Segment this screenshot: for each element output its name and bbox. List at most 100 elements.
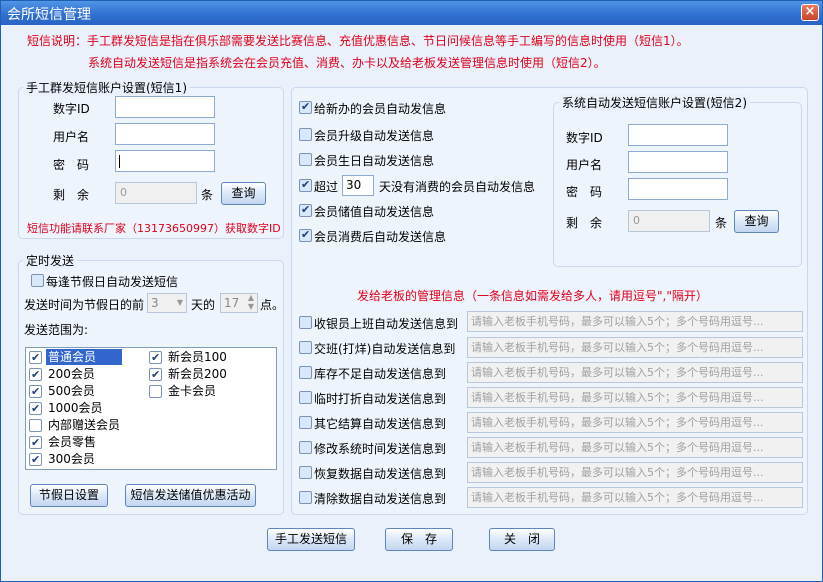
list-item[interactable]: 新会员200 <box>146 366 266 383</box>
manual-pwd-input[interactable] <box>115 150 215 172</box>
boss-opt-label: 库存不足自动发送信息到 <box>314 367 447 381</box>
holiday-auto-label: 每逢节假日自动发送短信 <box>46 275 179 289</box>
member-label: 500会员 <box>48 384 95 398</box>
boss-opt-label: 恢复数据自动发送信息到 <box>314 467 447 481</box>
boss-opt-checkbox[interactable] <box>299 491 312 504</box>
list-item[interactable]: 内部赠送会员 <box>26 417 146 434</box>
manual-user-label: 用户名 <box>53 130 90 144</box>
boss-phone-input[interactable]: 请输入老板手机号码，最多可以输入5个；多个号码用逗号... <box>467 487 803 508</box>
manual-id-input[interactable] <box>115 96 215 118</box>
auto-pwd-input[interactable] <box>628 178 728 200</box>
opt-deposit-checkbox[interactable] <box>299 203 312 217</box>
boss-phone-input[interactable]: 请输入老板手机号码，最多可以输入5个；多个号码用逗号... <box>467 462 803 483</box>
inactive-days-input[interactable]: 30 <box>342 175 374 196</box>
opt-inactive-suffix: 天没有消费的会员自动发信息 <box>379 180 536 194</box>
opt-inactive-prefix: 超过 <box>314 180 339 194</box>
manual-unit-label: 条 <box>201 188 214 202</box>
opt-inactive-checkbox[interactable] <box>299 178 312 192</box>
member-label: 新会员200 <box>168 367 227 381</box>
auto-remain-input: 0 <box>628 210 710 232</box>
sms-management-window: 会所短信管理 × 短信说明：手工群发短信是指在俱乐部需要发送比赛信息、充值优惠信… <box>0 0 823 582</box>
auto-id-label: 数字ID <box>566 131 603 145</box>
opt-upgrade-label: 会员升级自动发送信息 <box>314 129 435 143</box>
member-checkbox[interactable] <box>29 350 42 366</box>
schedule-legend: 定时发送 <box>23 252 78 269</box>
boss-phone-input[interactable]: 请输入老板手机号码，最多可以输入5个；多个号码用逗号... <box>467 437 803 458</box>
boss-opt-label: 其它结算自动发送信息到 <box>314 417 447 431</box>
boss-phone-input[interactable]: 请输入老板手机号码，最多可以输入5个；多个号码用逗号... <box>467 362 803 383</box>
auto-id-input[interactable] <box>628 124 728 146</box>
holiday-settings-button[interactable]: 节假日设置 <box>30 484 108 507</box>
opt-consume-label: 会员消费后自动发送信息 <box>314 230 447 244</box>
member-checkbox[interactable] <box>149 350 162 366</box>
boss-phone-input[interactable]: 请输入老板手机号码，最多可以输入5个；多个号码用逗号... <box>467 387 803 408</box>
member-checkbox[interactable] <box>29 435 42 451</box>
spinner-arrows-icon: ▲ ▼ <box>247 293 254 311</box>
member-checkbox[interactable] <box>29 401 42 417</box>
auto-unit-label: 条 <box>715 216 728 230</box>
boss-opt-label: 临时打折自动发送信息到 <box>314 392 447 406</box>
list-item[interactable]: 200会员 <box>26 366 146 383</box>
list-item[interactable]: 金卡会员 <box>146 383 266 400</box>
save-button[interactable]: 保 存 <box>385 528 453 551</box>
boss-opt-label: 收银员上班自动发送信息到 <box>314 317 459 331</box>
manual-remain-label: 剩 余 <box>53 188 90 202</box>
holiday-hour-value: 17 <box>224 296 240 310</box>
send-time-prefix: 发送时间为节假日的前 <box>24 298 145 312</box>
opt-consume-checkbox[interactable] <box>299 228 312 242</box>
member-label: 200会员 <box>48 367 95 381</box>
manual-send-button[interactable]: 手工发送短信 <box>267 528 355 551</box>
auto-user-label: 用户名 <box>566 158 603 172</box>
close-button[interactable]: 关 闭 <box>489 528 555 551</box>
manual-remain-input: 0 <box>115 182 197 204</box>
manual-id-label: 数字ID <box>53 102 90 116</box>
manual-user-input[interactable] <box>115 123 215 145</box>
boss-phone-input[interactable]: 请输入老板手机号码，最多可以输入5个；多个号码用逗号... <box>467 311 803 332</box>
boss-opt-checkbox[interactable] <box>299 341 312 354</box>
member-checkbox[interactable] <box>149 367 162 383</box>
member-label: 普通会员 <box>46 349 122 365</box>
member-range-list[interactable]: 普通会员 200会员 500会员 1000会员 内部赠送会员 会员零售 300会… <box>25 347 277 470</box>
holiday-auto-checkbox[interactable] <box>31 274 44 287</box>
member-checkbox[interactable] <box>29 367 42 383</box>
boss-opt-checkbox[interactable] <box>299 416 312 429</box>
close-icon[interactable]: × <box>801 4 819 21</box>
note-line-2: 系统自动发送短信是指系统会在会员充值、消费、办卡以及给老板发送管理信息时使用（短… <box>88 56 606 70</box>
member-label: 1000会员 <box>48 401 103 415</box>
member-checkbox[interactable] <box>149 385 162 398</box>
contact-note: 短信功能请联系厂家（13173650997）获取数字ID <box>27 222 281 235</box>
manual-pwd-label: 密 码 <box>53 158 90 172</box>
manual-query-button[interactable]: 查询 <box>221 182 266 205</box>
boss-opt-label: 修改系统时间发送信息到 <box>314 442 447 456</box>
list-item[interactable]: 300会员 <box>26 451 146 468</box>
boss-opt-checkbox[interactable] <box>299 466 312 479</box>
member-checkbox[interactable] <box>29 384 42 400</box>
member-checkbox[interactable] <box>29 452 42 468</box>
boss-opt-checkbox[interactable] <box>299 316 312 329</box>
boss-opt-label: 交班(打烊)自动发送信息到 <box>314 342 456 356</box>
boss-opt-checkbox[interactable] <box>299 366 312 379</box>
member-checkbox[interactable] <box>29 419 42 432</box>
boss-opt-checkbox[interactable] <box>299 391 312 404</box>
note-line-1: 短信说明：手工群发短信是指在俱乐部需要发送比赛信息、充值优惠信息、节日问候信息等… <box>27 34 689 48</box>
list-item[interactable]: 会员零售 <box>26 434 146 451</box>
auto-user-input[interactable] <box>628 151 728 173</box>
list-item[interactable]: 普通会员 <box>26 349 146 366</box>
auto-query-button[interactable]: 查询 <box>734 210 779 233</box>
promo-sms-button[interactable]: 短信发送储值优惠活动 <box>125 484 256 507</box>
boss-opt-checkbox[interactable] <box>299 441 312 454</box>
boss-phone-input[interactable]: 请输入老板手机号码，最多可以输入5个；多个号码用逗号... <box>467 337 803 358</box>
list-item[interactable]: 1000会员 <box>26 400 146 417</box>
opt-new-member-checkbox[interactable] <box>299 100 312 114</box>
list-item[interactable]: 新会员100 <box>146 349 266 366</box>
boss-opt-label: 清除数据自动发送信息到 <box>314 492 447 506</box>
opt-birthday-checkbox[interactable] <box>299 153 312 166</box>
opt-birthday-label: 会员生日自动发送信息 <box>314 154 435 168</box>
list-item[interactable]: 500会员 <box>26 383 146 400</box>
boss-notice-title: 发给老板的管理信息（一条信息如需发给多人，请用逗号","隔开） <box>357 289 708 303</box>
boss-phone-input[interactable]: 请输入老板手机号码，最多可以输入5个；多个号码用逗号... <box>467 412 803 433</box>
opt-deposit-label: 会员储值自动发送信息 <box>314 205 435 219</box>
opt-upgrade-checkbox[interactable] <box>299 128 312 141</box>
member-label: 金卡会员 <box>168 384 217 398</box>
hour-unit-label: 点。 <box>260 298 285 312</box>
